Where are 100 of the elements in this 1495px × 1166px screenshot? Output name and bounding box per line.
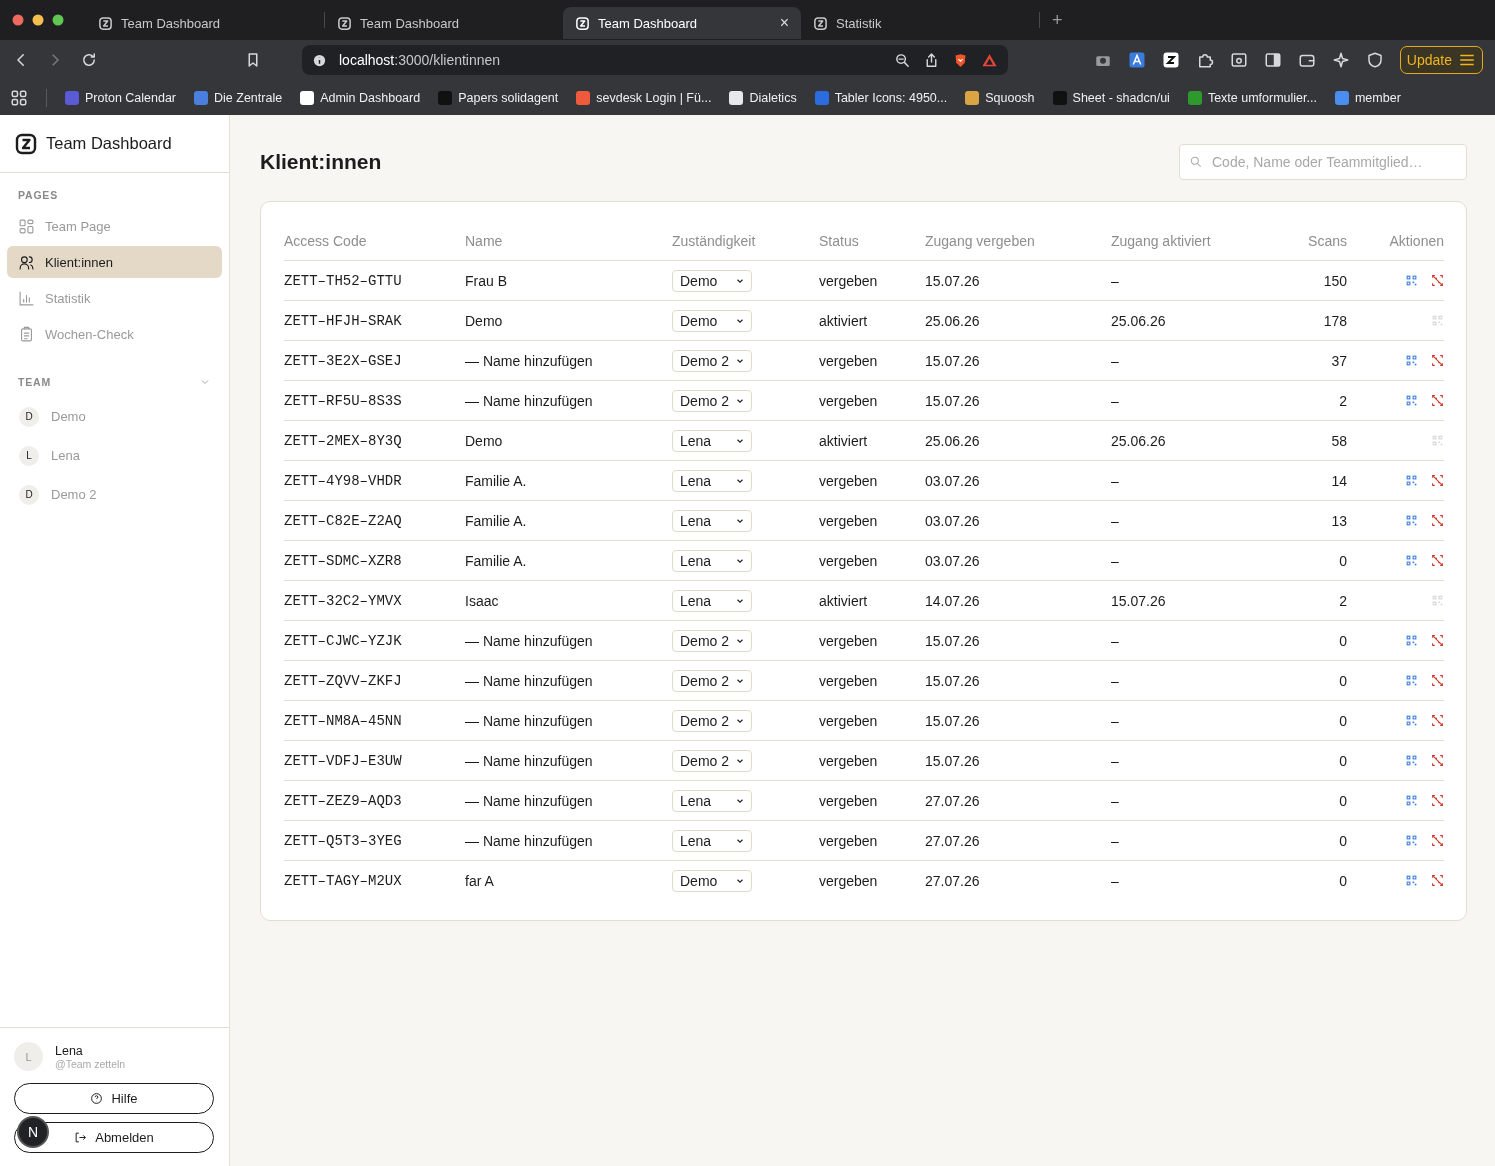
client-name[interactable]: Demo xyxy=(465,432,672,449)
revoke-qr-icon[interactable] xyxy=(1431,554,1444,567)
bookmark-item[interactable]: Papers solidagent xyxy=(438,90,559,105)
assignee-select[interactable]: Lena xyxy=(672,429,752,452)
revoke-qr-icon[interactable] xyxy=(1431,474,1444,487)
address-bar[interactable]: localhost:3000/klientinnen xyxy=(302,45,1008,75)
translate-icon[interactable] xyxy=(1127,51,1146,69)
bookmark-item[interactable]: sevdesk Login | Fü... xyxy=(576,90,712,105)
zoom-out-icon[interactable] xyxy=(893,51,911,69)
access-code: ZETT–4Y98–VHDR xyxy=(284,472,403,489)
assignee-select[interactable]: Demo xyxy=(672,269,752,292)
shield-icon[interactable] xyxy=(1365,51,1384,69)
client-name[interactable]: — Name hinzufügen xyxy=(465,752,672,769)
extension-icon[interactable] xyxy=(1161,51,1180,69)
team-member-item[interactable]: D Demo xyxy=(0,399,229,434)
update-button[interactable]: Update xyxy=(1399,46,1483,74)
bookmark-item[interactable]: Sheet - shadcn/ui xyxy=(1052,90,1170,105)
revoke-qr-icon[interactable] xyxy=(1431,834,1444,847)
qr-code-icon[interactable] xyxy=(1405,634,1418,647)
qr-code-icon[interactable] xyxy=(1405,514,1418,527)
client-name[interactable]: Demo xyxy=(465,312,672,329)
triangle-icon[interactable] xyxy=(980,51,998,69)
bookmark-item[interactable]: Dialetics xyxy=(729,90,797,105)
client-name[interactable]: — Name hinzufügen xyxy=(465,392,672,409)
new-tab-button[interactable]: + xyxy=(1052,9,1063,31)
sidebar-icon[interactable] xyxy=(1263,51,1282,69)
bookmark-item[interactable]: Texte umformulier... xyxy=(1187,90,1317,105)
help-button[interactable]: Hilfe xyxy=(14,1083,214,1114)
bookmark-item[interactable]: Proton Calendar xyxy=(65,90,177,105)
assignee-select[interactable]: Lena xyxy=(672,549,752,572)
qr-code-icon[interactable] xyxy=(1405,274,1418,287)
client-name[interactable]: — Name hinzufügen xyxy=(465,832,672,849)
client-name[interactable]: Familie A. xyxy=(465,512,672,529)
assignee-select[interactable]: Demo xyxy=(672,309,752,332)
qr-code-icon[interactable] xyxy=(1405,874,1418,887)
window-control-icon[interactable] xyxy=(12,14,24,26)
client-name[interactable]: — Name hinzufügen xyxy=(465,672,672,689)
revoke-qr-icon[interactable] xyxy=(1431,714,1444,727)
browser-tab[interactable]: Team Dashboard xyxy=(86,7,324,39)
revoke-qr-icon[interactable] xyxy=(1431,794,1444,807)
assignee-select[interactable]: Lena xyxy=(672,789,752,812)
assignee-select[interactable]: Demo 2 xyxy=(672,389,752,412)
revoke-qr-icon[interactable] xyxy=(1431,274,1444,287)
team-member-item[interactable]: D Demo 2 xyxy=(0,477,229,512)
client-name[interactable]: Frau B xyxy=(465,272,672,289)
bookmark-item[interactable]: Admin Dashboard xyxy=(300,90,421,105)
apps-icon[interactable] xyxy=(10,88,28,107)
qr-code-icon[interactable] xyxy=(1405,474,1418,487)
assignee-select[interactable]: Lena xyxy=(672,589,752,612)
window-control-icon[interactable] xyxy=(32,14,44,26)
browser-tab[interactable]: Team Dashboard × xyxy=(563,7,801,39)
client-name[interactable]: — Name hinzufügen xyxy=(465,792,672,809)
dev-indicator-button[interactable]: N xyxy=(17,1116,49,1148)
bookmark-item[interactable]: Squoosh xyxy=(965,90,1035,105)
qr-code-icon[interactable] xyxy=(1405,554,1418,567)
browser-tab[interactable]: Team Dashboard xyxy=(325,7,563,39)
qr-code-icon[interactable] xyxy=(1405,834,1418,847)
assignee-select[interactable]: Lena xyxy=(672,509,752,532)
revoke-qr-icon[interactable] xyxy=(1431,354,1444,367)
browser-tab[interactable]: Statistik xyxy=(801,7,1039,39)
client-name[interactable]: — Name hinzufügen xyxy=(465,352,672,369)
qr-code-icon[interactable] xyxy=(1405,754,1418,767)
client-name[interactable]: Familie A. xyxy=(465,552,672,569)
assignee-select[interactable]: Demo 2 xyxy=(672,709,752,732)
client-name[interactable]: far A xyxy=(465,872,672,889)
assignee-select[interactable]: Demo 2 xyxy=(672,669,752,692)
client-name[interactable]: — Name hinzufügen xyxy=(465,632,672,649)
assignee-select[interactable]: Lena xyxy=(672,829,752,852)
qr-code-icon[interactable] xyxy=(1405,354,1418,367)
access-code: ZETT–CJWC–YZJK xyxy=(284,632,403,649)
reader-icon[interactable] xyxy=(1229,51,1248,69)
client-name[interactable]: Familie A. xyxy=(465,472,672,489)
revoke-qr-icon[interactable] xyxy=(1431,634,1444,647)
reload-icon[interactable] xyxy=(80,51,98,69)
search-field[interactable]: Code, Name oder Teammitglied… xyxy=(1179,144,1467,180)
client-name[interactable]: Isaac xyxy=(465,592,672,609)
qr-code-icon[interactable] xyxy=(1405,674,1418,687)
assignee-select[interactable]: Demo 2 xyxy=(672,749,752,772)
bookmark-item[interactable]: Tabler Icons: 4950... xyxy=(814,90,948,105)
qr-code-icon[interactable] xyxy=(1405,794,1418,807)
revoke-qr-icon[interactable] xyxy=(1431,394,1444,407)
bookmark-item[interactable]: member xyxy=(1334,90,1401,105)
sparkle-icon[interactable] xyxy=(1331,51,1350,69)
revoke-qr-icon[interactable] xyxy=(1431,674,1444,687)
nav-item[interactable]: Klient:innen xyxy=(7,246,222,278)
assignee-select[interactable]: Demo 2 xyxy=(672,349,752,372)
client-name[interactable]: — Name hinzufügen xyxy=(465,712,672,729)
window-control-icon[interactable] xyxy=(52,14,64,26)
bookmark-item[interactable]: Die Zentrale xyxy=(194,90,283,105)
info-icon[interactable] xyxy=(312,52,327,68)
qr-code-icon[interactable] xyxy=(1405,394,1418,407)
qr-code-icon[interactable] xyxy=(1405,714,1418,727)
revoke-qr-icon[interactable] xyxy=(1431,754,1444,767)
assignee-select[interactable]: Demo 2 xyxy=(672,629,752,652)
assignee-select[interactable]: Demo xyxy=(672,869,752,892)
team-member-item[interactable]: L Lena xyxy=(0,438,229,473)
revoke-qr-icon[interactable] xyxy=(1431,514,1444,527)
revoke-qr-icon[interactable] xyxy=(1431,874,1444,887)
close-tab-button[interactable]: × xyxy=(779,14,789,32)
assignee-select[interactable]: Lena xyxy=(672,469,752,492)
